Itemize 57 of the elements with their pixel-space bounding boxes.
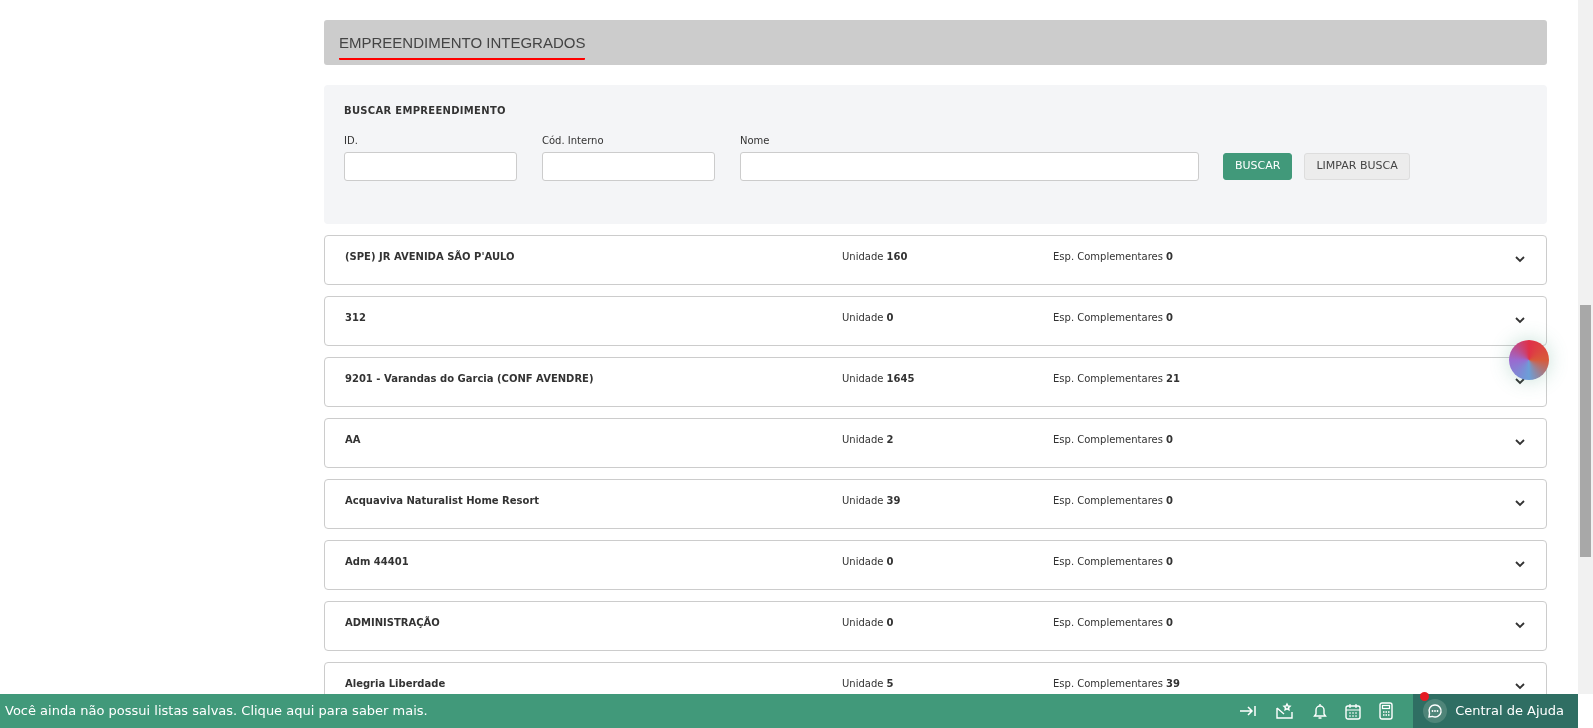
calculator-icon[interactable] [1379,702,1394,720]
unit-count: Unidade 39 [842,495,901,506]
clear-search-button[interactable]: LIMPAR BUSCA [1304,153,1410,180]
chat-bubble-icon [1423,699,1448,723]
enterprise-row[interactable]: Acquaviva Naturalist Home Resort Unidade 39 Esp. Complementares 0 [324,479,1547,529]
enterprise-row[interactable]: Adm 44401 Unidade 0 Esp. Complementares 0 [324,540,1547,590]
enterprise-name: (SPE) JR AVENIDA SÃO P'AULO [345,249,516,264]
bell-icon[interactable] [1313,703,1328,719]
unit-count: Unidade 0 [842,312,894,323]
enterprise-row[interactable]: 312 Unidade 0 Esp. Complementares 0 [324,296,1547,346]
page-title: EMPREENDIMENTO INTEGRADOS [339,32,586,60]
field-label: ID. [344,134,359,148]
unit-count: Unidade 160 [842,251,908,262]
extras-count: Esp. Complementares 39 [1053,678,1180,689]
enterprise-name: Alegria Liberdade [345,677,447,691]
envelope-star-icon[interactable] [1275,702,1296,720]
chevron-down-icon[interactable] [1514,621,1526,629]
extras-count: Esp. Complementares 21 [1053,373,1180,384]
chevron-down-icon[interactable] [1514,377,1526,385]
unit-count: Unidade 1645 [842,373,915,384]
assistant-bubble-icon[interactable] [1509,340,1549,380]
chevron-down-icon[interactable] [1514,499,1526,507]
input-field[interactable] [542,152,715,181]
unit-count: Unidade 0 [842,556,894,567]
enterprise-name: ADMINISTRAÇÃO [345,615,441,630]
enterprise-row[interactable]: 9201 - Varandas do Garcia (CONF AVENDRE) Unidade 1645 Esp. Complementares 21 [324,357,1547,407]
extras-count: Esp. Complementares 0 [1053,434,1174,445]
calendar-icon[interactable] [1345,702,1362,720]
field-label: Nome [740,134,771,148]
extras-count: Esp. Complementares 0 [1053,556,1174,567]
chevron-down-icon[interactable] [1514,316,1526,324]
input-field[interactable] [344,152,517,181]
unit-count: Unidade 2 [842,434,894,445]
help-center-button[interactable]: Central de Ajuda [1413,694,1578,728]
enterprise-name: Acquaviva Naturalist Home Resort [345,494,541,508]
unit-count: Unidade 5 [842,678,894,689]
extras-count: Esp. Complementares 0 [1053,495,1174,506]
enterprise-name: Adm 44401 [345,555,410,569]
enterprise-name: AA [345,433,362,447]
extras-count: Esp. Complementares 0 [1053,251,1174,262]
extras-count: Esp. Complementares 0 [1053,312,1174,323]
chevron-down-icon[interactable] [1514,560,1526,568]
enterprise-row[interactable]: (SPE) JR AVENIDA SÃO P'AULO Unidade 160 Esp. Complementares 0 [324,235,1547,285]
search-title: BUSCAR EMPREENDIMENTO [344,104,507,118]
enterprise-row[interactable]: ADMINISTRAÇÃO Unidade 0 Esp. Complementares 0 [324,601,1547,651]
chevron-down-icon[interactable] [1514,255,1526,263]
extras-count: Esp. Complementares 0 [1053,617,1174,628]
unit-count: Unidade 0 [842,617,894,628]
field-label: Cód. Interno [542,134,605,148]
chevron-down-icon[interactable] [1514,438,1526,446]
input-field[interactable] [740,152,1199,181]
enterprise-name: 9201 - Varandas do Garcia (CONF AVENDRE) [345,372,595,386]
enterprise-row[interactable]: AA Unidade 2 Esp. Complementares 0 [324,418,1547,468]
collapse-arrow-icon[interactable] [1239,704,1258,718]
scrollbar-thumb[interactable] [1580,305,1591,557]
chevron-down-icon[interactable] [1514,682,1526,690]
enterprise-name: 312 [345,311,367,325]
